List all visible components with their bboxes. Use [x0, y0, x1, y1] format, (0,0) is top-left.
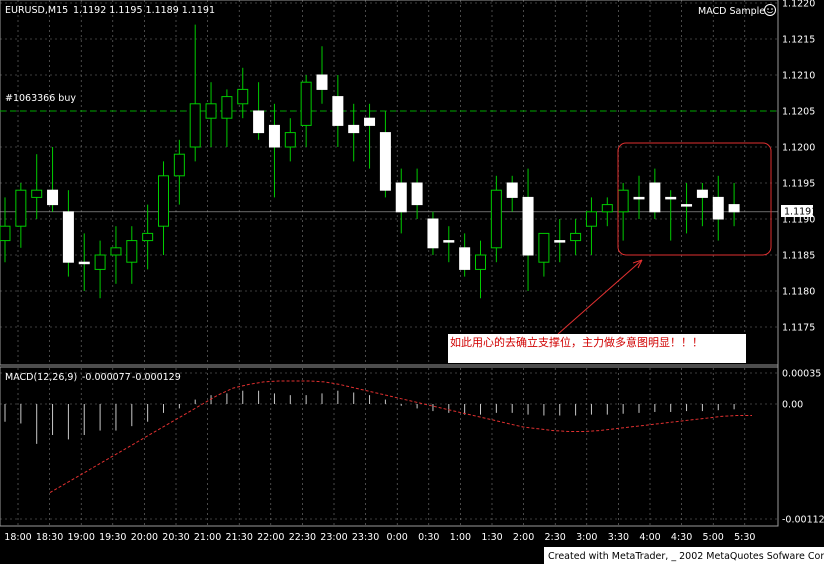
x-tick-label: 18:00	[4, 532, 31, 543]
signal-value: -0.000129	[132, 372, 181, 383]
candle-body	[47, 189, 59, 206]
candle-body	[15, 189, 27, 227]
x-tick-label: 22:30	[289, 532, 316, 543]
x-tick-label: 5:30	[734, 532, 755, 543]
symbol-label: EURUSD,M15	[5, 5, 68, 16]
x-tick-label: 19:30	[99, 532, 126, 543]
candle-body	[696, 189, 708, 198]
x-tick-label: 21:00	[194, 532, 221, 543]
y-tick-label: 1.1215	[782, 35, 815, 46]
candle-body	[681, 204, 693, 207]
candle-body	[284, 132, 296, 148]
candle-body	[31, 189, 43, 198]
x-tick-label: 1:30	[481, 532, 502, 543]
x-tick-label: 5:00	[703, 532, 724, 543]
candle-body	[221, 96, 233, 119]
candle-body	[506, 182, 518, 198]
candle-body	[601, 204, 613, 213]
candle-body	[332, 96, 344, 126]
candle-body	[585, 211, 597, 227]
x-tick-label: 23:30	[352, 532, 379, 543]
y-tick-label: 1.1210	[782, 71, 815, 82]
candle-body	[110, 247, 122, 256]
candle-body	[411, 182, 423, 206]
candle-body	[237, 88, 249, 105]
expert-label: MACD Sample	[698, 6, 765, 17]
candle-body	[189, 103, 201, 148]
macd-value: -0.000077	[82, 372, 131, 383]
x-tick-label: 1:00	[450, 532, 471, 543]
x-tick-label: 23:00	[320, 532, 347, 543]
candle-body	[94, 254, 106, 270]
macd-y-tick-label: -0.00112	[782, 515, 824, 526]
current-price-label: 1.1191	[784, 207, 817, 218]
candle-body	[443, 240, 455, 243]
candle-body	[522, 196, 534, 256]
x-tick-label: 19:00	[68, 532, 95, 543]
macd-label: MACD(12,26,9)	[5, 372, 77, 383]
price-and-macd-chart: 18:00 18:30 19:00 19:30 20:00 20:30 21:00 21:30…	[0, 0, 824, 564]
candle-body	[395, 182, 407, 213]
y-tick-label: 1.1205	[782, 107, 815, 118]
candle-body	[538, 232, 550, 263]
x-tick-label: 21:30	[226, 532, 253, 543]
annotation-text: 如此用心的去确立支撑位，主力做多意图明显！！！	[450, 335, 703, 349]
candle-body	[62, 211, 74, 263]
candle-body	[649, 182, 661, 213]
x-tick-label: 2:30	[545, 532, 566, 543]
candle-body	[475, 254, 486, 270]
candle-body	[617, 189, 629, 213]
macd-y-tick-label: 0.00035	[782, 369, 821, 380]
footer-credit: Created with MetaTrader, _ 2002 MetaQuot…	[548, 551, 824, 562]
y-tick-label: 1.1180	[782, 287, 815, 298]
candle-body	[268, 124, 280, 148]
x-tick-label: 0:30	[418, 532, 439, 543]
candle-body	[665, 196, 677, 200]
x-tick-label: 3:30	[608, 532, 629, 543]
candle-body	[570, 232, 582, 242]
x-tick-label: 22:00	[257, 532, 284, 543]
order-label: #1063366 buy	[5, 93, 76, 104]
candle-body	[253, 110, 265, 134]
metatrader-chart-window: 18:00 18:30 19:00 19:30 20:00 20:30 21:00 21:30…	[0, 0, 824, 564]
candle-body	[712, 196, 724, 220]
x-tick-label: 3:00	[576, 532, 597, 543]
candle-body	[364, 117, 376, 126]
candle-body	[348, 124, 360, 134]
x-tick-label: 20:00	[131, 532, 158, 543]
candle-body	[427, 218, 439, 249]
candle-body	[142, 232, 154, 242]
candle-body	[316, 74, 328, 90]
candle-body	[158, 175, 169, 227]
candle-body	[554, 240, 566, 243]
macd-y-tick-label: 0.00	[782, 400, 803, 411]
y-tick-label: 1.1195	[782, 179, 815, 190]
candle-body	[78, 261, 90, 265]
x-tick-label: 4:00	[639, 532, 660, 543]
candle-body	[0, 225, 11, 242]
x-tick-label: 2:00	[513, 532, 534, 543]
y-tick-label: 1.1185	[782, 251, 815, 262]
candle-body	[379, 132, 391, 191]
ohlc-label: 1.1192 1.1195 1.1189 1.1191	[73, 5, 215, 16]
candle-body	[173, 153, 185, 177]
y-tick-label: 1.1220	[782, 0, 815, 10]
x-tick-label: 20:30	[162, 532, 189, 543]
candle-body	[205, 103, 217, 119]
x-tick-label: 4:30	[671, 532, 692, 543]
y-tick-label: 1.1200	[782, 143, 815, 154]
candle-body	[126, 240, 138, 263]
candle-body	[490, 189, 502, 249]
x-tick-label: 18:30	[36, 532, 63, 543]
x-tick-label: 0:00	[387, 532, 408, 543]
y-tick-label: 1.1175	[782, 323, 815, 334]
candle-body	[459, 247, 471, 270]
candle-body	[633, 196, 645, 200]
candle-body	[728, 204, 740, 213]
candle-body	[300, 81, 312, 126]
